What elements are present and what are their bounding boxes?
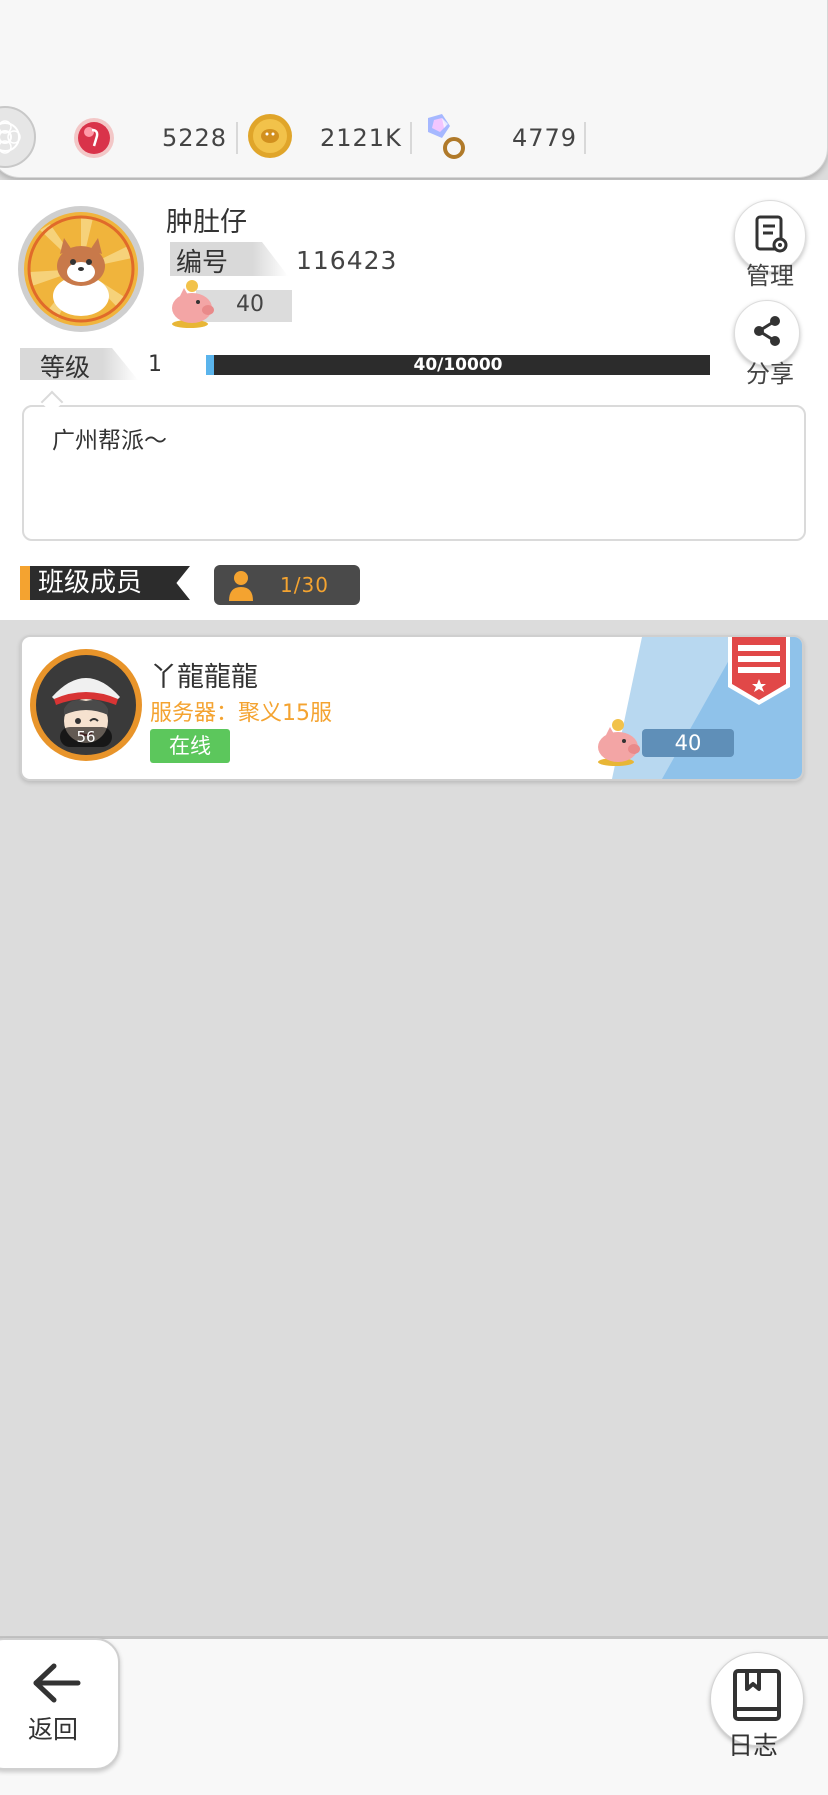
level-value: 1 [148, 352, 162, 377]
members-header-accent [20, 566, 30, 600]
member-count-pill: 1/30 [214, 565, 360, 605]
log-label[interactable]: 日志 [728, 1726, 778, 1762]
bottom-bar [0, 1636, 828, 1795]
member-piggy-value: 40 [674, 731, 702, 755]
id-label: 编号 [176, 248, 229, 278]
member-level-badge: 56 [60, 727, 112, 747]
share-label[interactable]: 分享 [720, 354, 820, 389]
gold-count: 2121K [320, 124, 402, 152]
exp-text: 40/10000 [413, 355, 503, 375]
class-avatar[interactable] [18, 206, 144, 332]
level-label: 等级 [40, 353, 91, 382]
back-button[interactable]: 返回 [0, 1638, 120, 1770]
members-title: 班级成员 [38, 568, 143, 598]
member-card[interactable]: 56 丫龍龍龍 服务器：聚义15服 在线 40 [20, 635, 804, 781]
crystal-ring-icon [420, 110, 468, 162]
piggy-bank-icon [594, 717, 646, 767]
manage-label[interactable]: 管理 [720, 256, 820, 291]
person-icon [229, 571, 253, 601]
member-server: 服务器：聚义15服 [150, 701, 332, 726]
back-label[interactable]: 返回 [28, 1710, 78, 1746]
currency-divider [410, 122, 412, 154]
flower-icon [0, 120, 21, 154]
exp-bar: 40/10000 [206, 355, 710, 375]
member-avatar[interactable]: 56 [30, 649, 142, 761]
online-status-badge: 在线 [150, 729, 230, 763]
ruby-icon [72, 116, 116, 160]
crystal-count: 4779 [512, 124, 578, 152]
member-count: 1/30 [280, 573, 329, 597]
gold-coin-icon [246, 112, 294, 160]
class-name: 肿肚仔 [166, 207, 247, 238]
member-name: 丫龍龍龍 [150, 662, 258, 693]
currency-divider [236, 122, 238, 154]
ruby-count: 5228 [162, 124, 228, 152]
menu-orb-button[interactable] [0, 106, 36, 168]
currency-bar [0, 0, 828, 178]
piggy-bank-icon [168, 280, 220, 328]
piggy-value: 40 [236, 292, 264, 317]
raccoon-emblem-icon [24, 212, 138, 326]
currency-divider [584, 122, 586, 154]
class-bio: 广州帮派～ [52, 428, 167, 454]
id-value: 116423 [296, 246, 398, 275]
class-bio-box: 广州帮派～ [22, 405, 806, 541]
rank-badge-icon [726, 637, 792, 707]
back-arrow-icon [33, 1663, 81, 1703]
